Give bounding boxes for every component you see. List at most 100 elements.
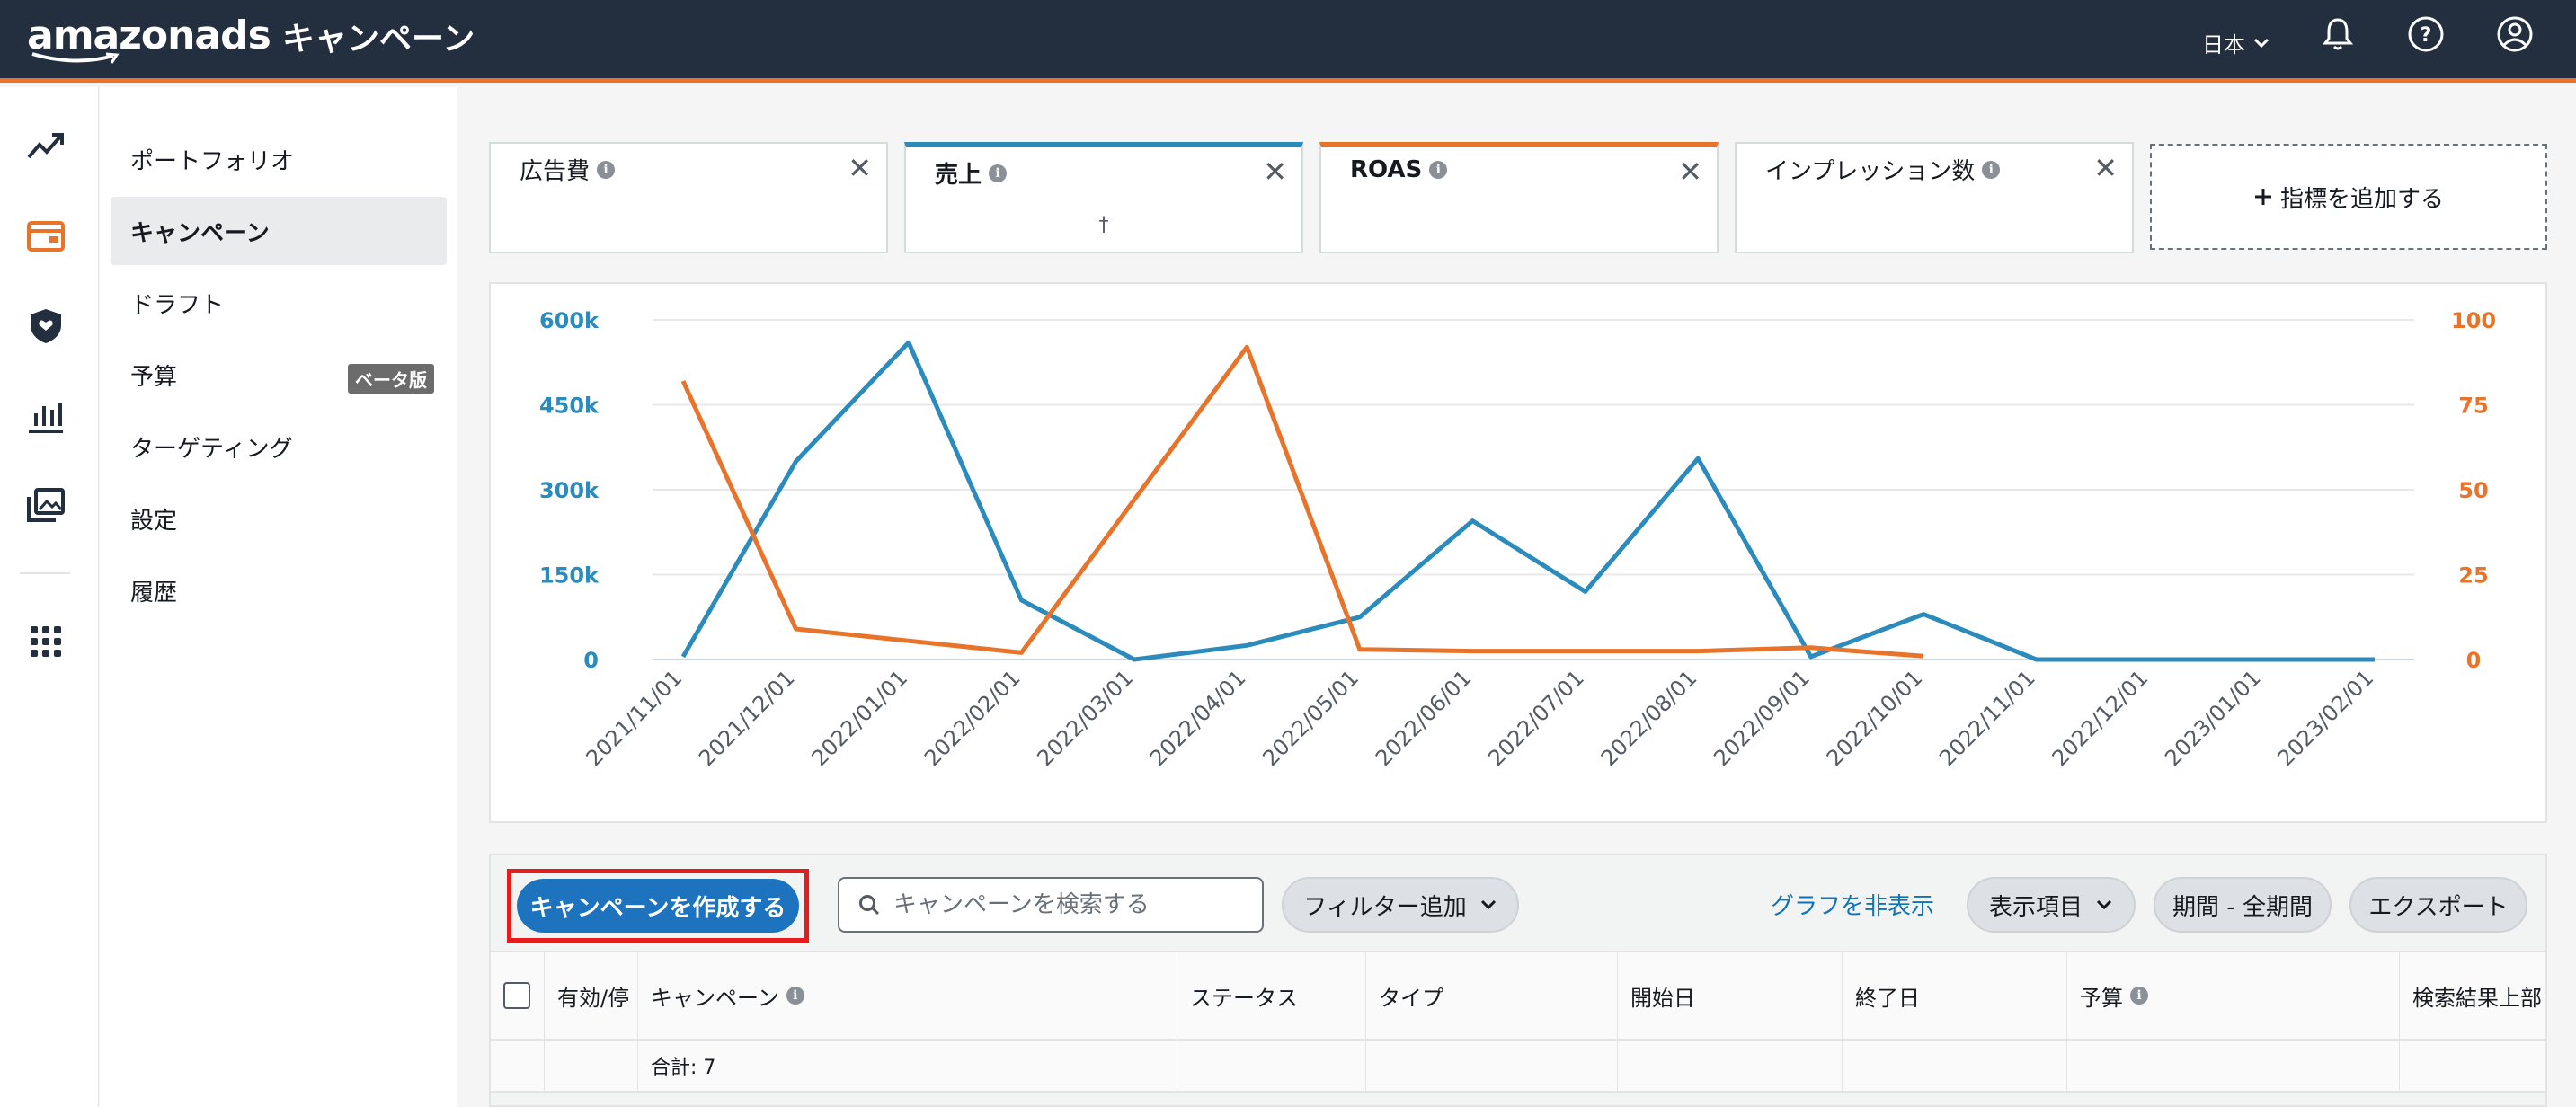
metric-label-wrap: ROAS i <box>1350 156 1448 183</box>
metric-label-wrap: 広告費 i <box>520 153 616 186</box>
column-header-enabled[interactable]: 有効/停 <box>545 952 638 1039</box>
x-axis-tick-label: 2023/02/01 <box>2273 665 2379 771</box>
sidebar-item-budget[interactable]: 予算 ベータ版 <box>111 341 447 409</box>
language-selector[interactable]: 日本 <box>2202 27 2270 58</box>
campaign-icon[interactable] <box>25 216 67 257</box>
x-axis-tick-label: 2022/04/01 <box>1145 665 1251 771</box>
metric-label-wrap: 売上 i <box>935 156 1008 190</box>
info-icon[interactable]: i <box>989 164 1008 182</box>
export-button[interactable]: エクスポート <box>2349 877 2527 933</box>
close-icon[interactable]: ✕ <box>2093 151 2118 185</box>
right-axis-tick-label: 0 <box>2466 648 2482 673</box>
chevron-down-icon <box>1480 899 1496 910</box>
x-axis-tick-label: 2022/08/01 <box>1596 665 1702 771</box>
media-icon[interactable] <box>25 484 67 526</box>
table-cell <box>1843 1041 2067 1091</box>
add-metric-button[interactable]: 指標を追加する <box>2150 144 2547 250</box>
column-header-label: タイプ <box>1379 985 1443 1011</box>
plus-icon <box>2254 189 2271 205</box>
sidebar: ポートフォリオ キャンペーン ドラフト 予算 ベータ版 ターゲティング 設定 履… <box>100 87 457 1107</box>
table-cell <box>1618 1041 1843 1091</box>
account-icon[interactable] <box>2495 14 2535 54</box>
sidebar-item-history[interactable]: 履歴 <box>111 556 447 624</box>
metric-label: インプレッション数 <box>1765 158 1976 185</box>
table-cell <box>2400 1041 2545 1091</box>
info-icon[interactable]: i <box>597 160 616 179</box>
metric-value: † <box>1098 214 1109 236</box>
bar-chart-icon[interactable] <box>25 395 67 437</box>
left-axis-tick-label: 150k <box>539 563 600 589</box>
column-header-label: キャンペーン <box>651 985 779 1011</box>
date-range-label: 期間 - 全期間 <box>2172 893 2313 921</box>
metric-card-sales[interactable]: 売上 i ✕ † <box>904 142 1303 253</box>
select-all-checkbox[interactable] <box>503 982 530 1009</box>
close-icon[interactable]: ✕ <box>848 151 872 185</box>
x-axis-tick-label: 2022/02/01 <box>919 665 1026 771</box>
column-header-start-date[interactable]: 開始日 <box>1618 952 1843 1039</box>
info-icon[interactable]: i <box>1982 160 2001 179</box>
table-cell <box>491 1041 545 1091</box>
page-title: キャンペーン <box>282 21 475 58</box>
column-header-end-date[interactable]: 終了日 <box>1843 952 2067 1039</box>
metric-card-impressions[interactable]: インプレッション数 i ✕ <box>1735 142 2134 253</box>
sidebar-item-campaigns[interactable]: キャンペーン <box>111 197 447 265</box>
sidebar-item-settings[interactable]: 設定 <box>111 484 447 553</box>
sidebar-item-drafts[interactable]: ドラフト <box>111 269 447 337</box>
info-icon[interactable]: i <box>1429 161 1448 179</box>
column-header-status[interactable]: ステータス <box>1177 952 1366 1039</box>
sidebar-item-targeting[interactable]: ターゲティング <box>111 412 447 481</box>
column-header-type[interactable]: タイプ <box>1366 952 1618 1039</box>
chevron-down-icon <box>2253 38 2270 48</box>
icon-rail <box>0 87 99 1107</box>
close-icon[interactable]: ✕ <box>1678 155 1702 189</box>
right-axis-tick-label: 75 <box>2458 394 2488 419</box>
metric-label: ROAS <box>1350 156 1423 183</box>
series-line <box>680 340 2375 662</box>
sidebar-item-label: ポートフォリオ <box>130 147 295 175</box>
metric-card-roas[interactable]: ROAS i ✕ <box>1319 142 1719 253</box>
sidebar-item-label: 履歴 <box>130 579 178 607</box>
sidebar-item-label: 予算 <box>130 363 178 391</box>
help-icon[interactable]: ? <box>2406 14 2446 54</box>
column-header-campaign[interactable]: キャンペーン i <box>638 952 1177 1039</box>
column-header-top-of-search[interactable]: 検索結果上部 <box>2400 952 2545 1039</box>
column-header-label: 有効/停 <box>557 985 630 1011</box>
add-filter-button[interactable]: フィルター追加 <box>1282 877 1519 933</box>
bell-icon[interactable] <box>2318 14 2358 54</box>
date-range-button[interactable]: 期間 - 全期間 <box>2154 877 2332 933</box>
x-axis-tick-label: 2022/05/01 <box>1257 665 1364 771</box>
right-axis-tick-label: 25 <box>2458 563 2488 589</box>
column-header-budget[interactable]: 予算 i <box>2067 952 2400 1039</box>
info-icon[interactable]: i <box>2130 987 2148 1005</box>
rail-divider <box>20 572 70 574</box>
close-icon[interactable]: ✕ <box>1263 155 1287 189</box>
table-cell <box>1366 1041 1618 1091</box>
hide-graph-link[interactable]: グラフを非表示 <box>1771 888 1934 921</box>
left-axis-tick-label: 450k <box>539 394 600 419</box>
sidebar-item-portfolio[interactable]: ポートフォリオ <box>111 125 447 193</box>
campaign-search[interactable] <box>838 877 1264 933</box>
table-cell <box>1177 1041 1366 1091</box>
columns-label: 表示項目 <box>1988 893 2083 921</box>
apps-grid-icon[interactable] <box>25 621 67 662</box>
sidebar-item-label: 設定 <box>130 507 178 535</box>
x-axis-tick-label: 2022/09/01 <box>1709 665 1815 771</box>
columns-button[interactable]: 表示項目 <box>1967 877 2136 933</box>
select-all-cell <box>491 952 545 1039</box>
search-input[interactable] <box>893 891 1235 918</box>
add-metric-label: 指標を追加する <box>2279 185 2444 213</box>
shield-icon[interactable] <box>25 306 67 347</box>
chevron-down-icon <box>2096 899 2112 910</box>
create-campaign-button[interactable]: キャンペーンを作成する <box>517 879 799 933</box>
info-icon[interactable]: i <box>786 987 804 1005</box>
metric-label-wrap: インプレッション数 i <box>1765 153 2001 186</box>
column-header-label: ステータス <box>1190 985 1298 1011</box>
top-bar: amazonads キャンペーン 日本 ? <box>0 0 2576 83</box>
add-filter-label: フィルター追加 <box>1303 893 1467 921</box>
column-header-label: 終了日 <box>1855 985 1920 1011</box>
trend-icon[interactable] <box>25 125 67 166</box>
x-axis-tick-label: 2022/11/01 <box>1934 665 2040 771</box>
x-axis-tick-label: 2022/07/01 <box>1483 665 1589 771</box>
x-axis-tick-label: 2023/01/01 <box>2160 665 2266 771</box>
metric-card-ad-spend[interactable]: 広告費 i ✕ <box>489 142 888 253</box>
